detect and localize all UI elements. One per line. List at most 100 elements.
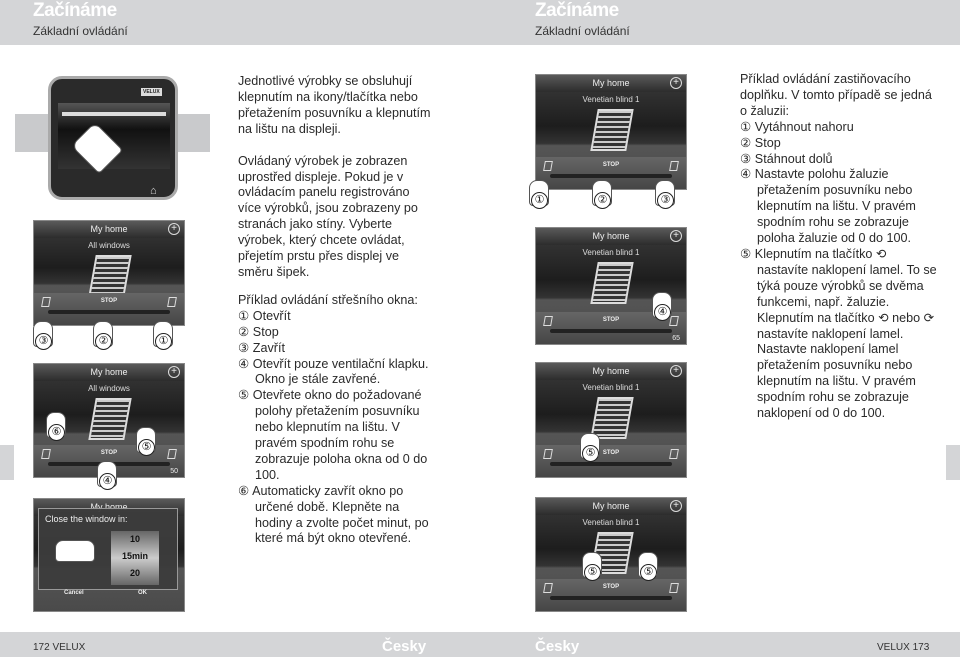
left-text-column: Jednotlivé výrobky se obsluhují klepnutí… [238, 74, 433, 547]
close-down-button[interactable] [167, 449, 177, 459]
instruction-item: ③ Zavřít [238, 340, 285, 355]
control-screen: My home + Venetian blind 1 STOP 65 [535, 227, 687, 345]
add-plus-button[interactable]: + [168, 366, 180, 378]
add-plus-button[interactable]: + [670, 500, 682, 512]
screen-header: My home + [536, 75, 686, 92]
stop-button[interactable]: STOP [578, 317, 644, 323]
close-down-button[interactable] [669, 449, 679, 459]
callout-number: ② [95, 333, 112, 350]
position-slider[interactable] [550, 462, 672, 466]
position-slider[interactable] [550, 174, 672, 178]
product-name: Venetian blind 1 [582, 518, 640, 527]
minutes-picker[interactable]: 10 15min 20 [111, 531, 159, 585]
venetian-blind-icon [590, 109, 634, 151]
callout-number: ⑤ [138, 439, 155, 456]
close-down-button[interactable] [167, 297, 177, 307]
language-left: Česky [382, 638, 427, 655]
window-example-heading: Příklad ovládání střešního okna: [238, 292, 418, 307]
minutes-option: 20 [129, 568, 140, 578]
velux-logo: VELUX [141, 88, 162, 96]
open-up-button[interactable] [543, 161, 553, 171]
callout-number: ③ [657, 192, 674, 209]
product-name: Venetian blind 1 [582, 248, 640, 257]
ok-button[interactable]: OK [138, 590, 147, 596]
add-plus-button[interactable]: + [168, 223, 180, 235]
minutes-option: 15min [121, 551, 148, 561]
callout-number: ④ [99, 473, 116, 490]
instruction-item: ② Stop [238, 324, 279, 339]
product-name: All windows [88, 241, 130, 250]
instruction-item: ③ Stáhnout dolů [740, 151, 833, 166]
position-value: 50 [170, 468, 178, 475]
callout-number: ② [594, 192, 611, 209]
screen-header-title: My home [592, 366, 630, 376]
roof-window-icon [88, 398, 132, 440]
control-screen: My home + All windows STOP [33, 220, 185, 326]
add-plus-button[interactable]: + [670, 77, 682, 89]
right-text-column: Příklad ovládání zastiňovacího doplňku. … [740, 72, 940, 422]
open-up-button[interactable] [543, 316, 553, 326]
add-plus-button[interactable]: + [670, 365, 682, 377]
side-tab-left [0, 445, 14, 480]
screen-header-title: My home [592, 501, 630, 511]
venetian-blind-icon [590, 397, 634, 439]
blind-example-heading: Příklad ovládání zastiňovacího doplňku. … [740, 72, 932, 118]
stop-button[interactable]: STOP [578, 584, 644, 590]
intro-paragraph: Jednotlivé výrobky se obsluhují klepnutí… [238, 74, 431, 136]
control-screen: My home + Venetian blind 1 STOP [535, 497, 687, 612]
callout-number: ① [531, 192, 548, 209]
open-up-button[interactable] [543, 449, 553, 459]
screen-header: My home + [34, 221, 184, 238]
open-up-button[interactable] [543, 583, 553, 593]
page-subtitle-left: Základní ovládání [33, 24, 128, 38]
control-bar: STOP [536, 445, 686, 477]
product-name: All windows [88, 384, 130, 393]
popup-title: Close the window in: [45, 514, 128, 524]
callout-number: ④ [654, 304, 671, 321]
screen-header-title: My home [592, 78, 630, 88]
close-down-button[interactable] [669, 583, 679, 593]
callout-number: ③ [35, 333, 52, 350]
page-subtitle-right: Základní ovládání [535, 24, 630, 38]
screen-header: My home + [536, 363, 686, 380]
callout-number: ⑤ [584, 564, 601, 581]
callout-number: ⑤ [640, 564, 657, 581]
navigation-paragraph: Ovládaný výrobek je zobrazen uprostřed d… [238, 153, 418, 279]
screen-header: My home + [536, 228, 686, 245]
position-slider[interactable] [550, 596, 672, 600]
header-band [0, 0, 960, 45]
venetian-blind-icon [590, 262, 634, 304]
open-up-button[interactable] [41, 449, 51, 459]
page-title-right: Začínáme [535, 0, 619, 21]
instruction-item: ④ Nastavte polohu žaluzie přetažením pos… [740, 167, 916, 246]
stop-button[interactable]: STOP [76, 450, 142, 456]
page-title-left: Začínáme [33, 0, 117, 21]
language-right: Česky [535, 638, 580, 655]
cancel-button[interactable]: Cancel [64, 590, 84, 596]
page-number-right: VELUX 173 [877, 642, 930, 653]
stop-button[interactable]: STOP [76, 298, 142, 304]
position-slider[interactable] [48, 310, 170, 314]
page-number-left: 172 VELUX [33, 642, 86, 653]
swipe-arrow-icon [62, 112, 166, 116]
product-name: Venetian blind 1 [582, 95, 640, 104]
instruction-item: ① Vytáhnout nahoru [740, 119, 854, 134]
open-up-button[interactable] [41, 297, 51, 307]
screen-header: My home + [34, 364, 184, 381]
instruction-item: ⑤ Otevřete okno do požadované polohy pře… [238, 388, 428, 482]
stop-button[interactable]: STOP [578, 162, 644, 168]
minutes-option: 10 [129, 534, 140, 544]
screen-header: My home + [536, 498, 686, 515]
add-plus-button[interactable]: + [670, 230, 682, 242]
pointing-hand-icon [55, 540, 95, 562]
product-name: Venetian blind 1 [582, 383, 640, 392]
close-down-button[interactable] [669, 161, 679, 171]
callout-number: ⑤ [582, 445, 599, 462]
roof-window-icon [88, 255, 132, 297]
home-icon: ⌂ [150, 185, 157, 197]
position-value: 65 [672, 335, 680, 342]
close-down-button[interactable] [669, 316, 679, 326]
instruction-item: ⑤ Klepnutím na tlačítko ⟲ nastavíte nakl… [740, 246, 937, 421]
instruction-item: ① Otevřít [238, 308, 291, 323]
position-slider[interactable] [550, 329, 672, 333]
